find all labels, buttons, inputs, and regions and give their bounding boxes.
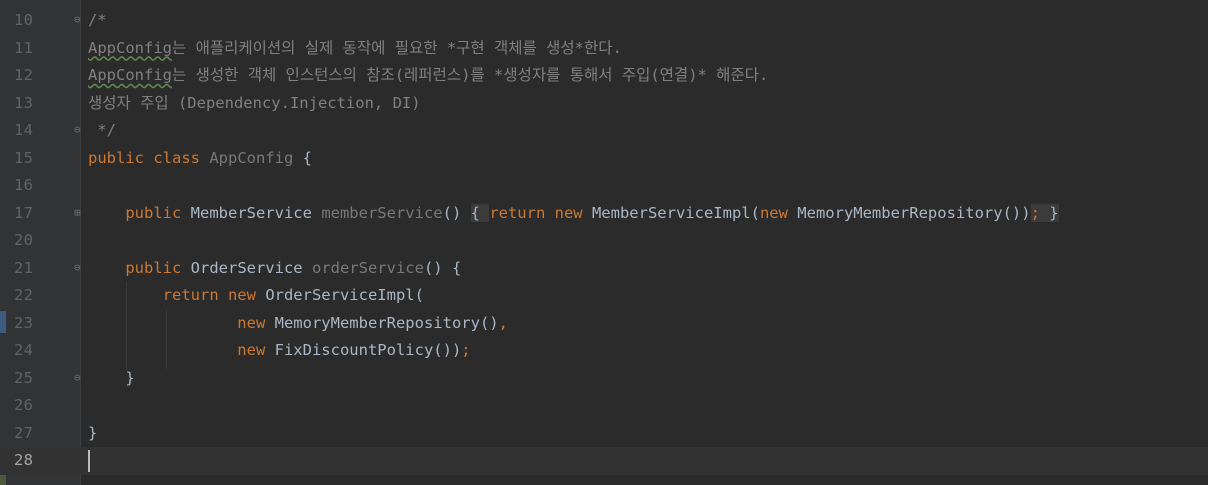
code-token: return new — [489, 203, 592, 222]
fold-expand-icon[interactable]: ⊞ — [74, 206, 84, 219]
line-number: 23 — [14, 313, 34, 332]
line-number: 26 — [14, 396, 34, 414]
code-line[interactable]: 28 — [0, 447, 1208, 475]
code-token: { — [302, 148, 312, 167]
code-editor[interactable]: 10 ⊖/* 11 AppConfig는 애플리케이션의 실제 동작에 필요한 *구현… — [0, 0, 1208, 485]
code-token: /* — [88, 11, 107, 29]
code-token: OrderService — [190, 258, 312, 277]
code-token: MemoryMemberRepository()) — [797, 203, 1031, 222]
code-text[interactable]: /* — [88, 7, 107, 35]
code-token: */ — [88, 121, 116, 139]
code-line[interactable]: 23 new MemoryMemberRepository(), — [0, 310, 1208, 338]
code-token: MemberService — [190, 203, 322, 222]
code-text[interactable]: AppConfig는 애플리케이션의 실제 동작에 필요한 *구현 객체를 생성… — [88, 35, 622, 63]
code-token: MemberServiceImpl( — [591, 203, 760, 222]
line-number: 12 — [14, 66, 34, 84]
indent-guide — [126, 282, 127, 370]
fold-collapse-icon[interactable]: ⊖ — [74, 261, 84, 274]
line-number: 25 — [14, 368, 34, 387]
code-line[interactable]: 26 — [0, 392, 1208, 420]
code-text[interactable]: 생성자 주입 (Dependency.Injection, DI) — [88, 90, 421, 118]
code-token: () — [442, 203, 471, 222]
code-token: new — [88, 341, 275, 359]
code-token: AppConfig — [88, 38, 172, 57]
code-text[interactable]: public MemberService memberService() { r… — [88, 200, 1059, 228]
code-token: 생성자 주입 (Dependency.Injection, DI) — [88, 93, 421, 112]
line-number: 13 — [14, 93, 34, 112]
fold-collapse-icon[interactable]: ⊖ — [74, 124, 84, 136]
code-line[interactable]: 16 — [0, 172, 1208, 200]
code-token: public — [88, 258, 191, 277]
code-token: { — [470, 203, 490, 222]
code-text[interactable]: public OrderService orderService() { — [88, 255, 461, 283]
text-caret — [88, 450, 90, 472]
line-number: 22 — [14, 286, 34, 304]
code-text[interactable]: public class AppConfig { — [88, 145, 312, 173]
code-token: memberService — [321, 203, 443, 222]
code-line[interactable]: 17 ⊞ public MemberService memberService()… — [0, 200, 1208, 228]
code-text[interactable]: } — [88, 365, 135, 393]
code-token: 는 애플리케이션의 실제 동작에 필요한 *구현 객체를 생성*한다. — [172, 38, 622, 57]
code-line[interactable]: 24 new FixDiscountPolicy()); — [0, 337, 1208, 365]
code-line[interactable]: 25 ⊖ } — [0, 365, 1208, 393]
code-token: new — [88, 313, 275, 332]
code-token: public class — [88, 148, 210, 167]
code-token: FixDiscountPolicy()) — [274, 341, 462, 359]
indent-guide — [166, 309, 167, 369]
code-text[interactable]: new FixDiscountPolicy()); — [88, 337, 471, 365]
code-text[interactable]: new MemoryMemberRepository(), — [88, 310, 508, 338]
fold-collapse-icon[interactable]: ⊖ — [74, 371, 84, 384]
code-token: AppConfig — [209, 148, 303, 167]
line-number: 10 — [14, 11, 34, 29]
code-text[interactable]: */ — [88, 117, 116, 145]
line-number: 15 — [14, 148, 34, 167]
code-token: public — [88, 203, 191, 222]
code-token: } — [88, 368, 135, 387]
code-token: } — [1049, 203, 1059, 222]
fold-collapse-icon[interactable]: ⊖ — [74, 14, 84, 26]
code-line[interactable]: 14 ⊖ */ — [0, 117, 1208, 145]
code-token: new — [759, 203, 798, 222]
code-token: return new — [88, 286, 266, 304]
code-text[interactable]: } — [88, 420, 97, 448]
code-token: } — [88, 423, 98, 442]
code-token: 는 생성한 객체 인스턴스의 참조(레퍼런스)를 *생성자를 통해서 주입(연결… — [172, 66, 769, 84]
code-token: ; — [1030, 203, 1050, 222]
code-text[interactable]: AppConfig는 생성한 객체 인스턴스의 참조(레퍼런스)를 *생성자를 … — [88, 62, 768, 90]
code-token: () { — [423, 258, 462, 277]
code-token: , — [498, 313, 508, 332]
code-token: MemoryMemberRepository() — [274, 313, 499, 332]
code-text[interactable]: return new OrderServiceImpl( — [88, 282, 424, 310]
line-number: 17 — [14, 203, 34, 222]
line-number: 14 — [14, 121, 34, 139]
code-line[interactable]: 12 AppConfig는 생성한 객체 인스턴스의 참조(레퍼런스)를 *생성자… — [0, 62, 1208, 90]
code-line[interactable]: 22 return new OrderServiceImpl( — [0, 282, 1208, 310]
code-line[interactable]: 27} — [0, 420, 1208, 448]
code-line[interactable]: 11 AppConfig는 애플리케이션의 실제 동작에 필요한 *구현 객체를 … — [0, 35, 1208, 63]
line-number: 16 — [14, 176, 34, 194]
line-number: 28 — [14, 451, 34, 469]
code-line[interactable]: 13 생성자 주입 (Dependency.Injection, DI) — [0, 90, 1208, 118]
line-number: 24 — [14, 341, 34, 359]
code-line[interactable]: 21 ⊖ public OrderService orderService() { — [0, 255, 1208, 283]
code-token: AppConfig — [88, 66, 172, 84]
code-line[interactable]: 10 ⊖ /* — [0, 7, 1208, 35]
line-number: 20 — [14, 231, 34, 249]
line-number: 11 — [14, 38, 34, 57]
code-token: ; — [461, 341, 471, 359]
line-number: 21 — [14, 258, 34, 277]
code-line[interactable]: 15 public class AppConfig { — [0, 145, 1208, 173]
code-token: orderService — [311, 258, 424, 277]
code-token: OrderServiceImpl( — [265, 286, 424, 304]
code-line[interactable]: 20 — [0, 227, 1208, 255]
line-number: 27 — [14, 423, 34, 442]
